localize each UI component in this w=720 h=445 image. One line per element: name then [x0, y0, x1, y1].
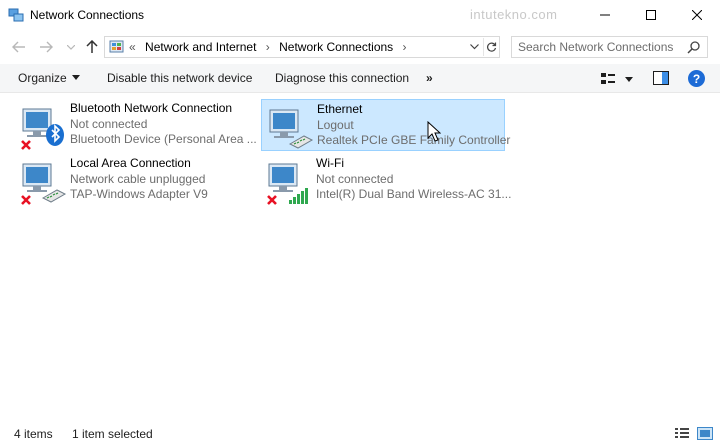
connection-status: Network cable unplugged	[70, 171, 206, 186]
control-panel-icon	[109, 40, 124, 53]
connection-name: Ethernet	[317, 102, 363, 116]
arrow-left-icon	[12, 41, 25, 53]
large-icons-view-icon[interactable]	[697, 427, 713, 440]
connection-name: Bluetooth Network Connection	[70, 101, 233, 115]
up-button[interactable]	[83, 38, 101, 56]
connection-status: Not connected	[316, 171, 394, 186]
status-bar: 4 items 1 item selected	[0, 423, 720, 445]
help-button[interactable]: ?	[688, 70, 705, 87]
ethernet-adapter-icon	[269, 109, 314, 149]
list-item[interactable]: Local Area Connection Network cable unpl…	[15, 154, 259, 206]
connection-status: Not connected	[70, 116, 148, 131]
details-view-icon[interactable]	[674, 427, 690, 440]
bluetooth-adapter-icon	[21, 108, 64, 150]
maximize-button[interactable]	[628, 0, 674, 30]
list-item[interactable]: Wi-Fi Not connected Intel(R) Dual Band W…	[261, 154, 511, 206]
close-button[interactable]	[674, 0, 720, 30]
disable-device-button[interactable]: Disable this network device	[107, 71, 252, 85]
connection-device: TAP-Windows Adapter V9	[70, 187, 208, 201]
chevron-down-icon	[67, 44, 75, 50]
more-commands-button[interactable]: »	[426, 71, 433, 85]
chevron-down-icon	[469, 44, 479, 50]
back-button[interactable]	[10, 38, 28, 56]
breadcrumb-network-connections[interactable]: Network Connections	[279, 40, 393, 54]
refresh-button[interactable]	[483, 38, 499, 56]
arrow-up-icon	[86, 40, 98, 53]
connection-device: Bluetooth Device (Personal Area ...	[70, 132, 257, 146]
arrow-right-icon	[40, 41, 53, 53]
title-bar: Network Connections intutekno.com	[0, 0, 720, 31]
minimize-button[interactable]	[582, 0, 628, 30]
command-bar: Organize Disable this network device Dia…	[0, 64, 720, 93]
diagnose-connection-button[interactable]: Diagnose this connection	[275, 71, 409, 85]
minimize-icon	[600, 14, 610, 16]
preview-pane-icon[interactable]	[653, 71, 669, 85]
recent-locations-button[interactable]	[62, 38, 80, 56]
wifi-adapter-icon	[267, 163, 308, 205]
refresh-icon	[487, 42, 497, 52]
search-icon	[687, 41, 700, 54]
watermark: intutekno.com	[470, 7, 558, 22]
ethernet-adapter-icon	[21, 163, 67, 205]
selection-count: 1 item selected	[72, 427, 153, 441]
maximize-icon	[646, 10, 656, 20]
network-connections-icon	[8, 8, 24, 22]
connection-device: Intel(R) Dual Band Wireless-AC 31...	[316, 187, 512, 201]
connection-name: Wi-Fi	[316, 156, 344, 170]
forward-button[interactable]	[37, 38, 55, 56]
breadcrumb-network-and-internet[interactable]: Network and Internet	[145, 40, 256, 54]
search-box[interactable]	[511, 36, 708, 58]
organize-menu-button[interactable]: Organize	[18, 71, 80, 85]
breadcrumb-separator[interactable]: ›	[403, 40, 407, 54]
change-view-button[interactable]	[600, 70, 634, 88]
connections-list: Bluetooth Network Connection Not connect…	[0, 93, 720, 423]
breadcrumb-overflow[interactable]: «	[129, 40, 136, 54]
list-item[interactable]: Bluetooth Network Connection Not connect…	[15, 99, 259, 151]
list-item[interactable]: Ethernet Logout Realtek PCIe GBE Family …	[261, 99, 510, 151]
mouse-cursor-icon	[427, 121, 441, 142]
address-row: « Network and Internet › Network Connect…	[0, 31, 720, 63]
connection-status: Logout	[317, 117, 354, 132]
dropdown-triangle-icon	[71, 75, 80, 80]
address-dropdown-button[interactable]	[467, 39, 481, 55]
breadcrumb-separator[interactable]: ›	[266, 40, 270, 54]
breadcrumb: « Network and Internet › Network Connect…	[129, 40, 413, 54]
details-view-icon	[601, 73, 633, 84]
window-title: Network Connections	[30, 8, 145, 22]
connection-name: Local Area Connection	[70, 156, 191, 170]
address-bar[interactable]: « Network and Internet › Network Connect…	[104, 36, 500, 58]
organize-label: Organize	[18, 71, 67, 85]
close-icon	[692, 10, 702, 20]
item-count: 4 items	[14, 427, 53, 441]
connection-device: Realtek PCIe GBE Family Controller	[317, 133, 511, 147]
search-input[interactable]	[518, 39, 684, 55]
